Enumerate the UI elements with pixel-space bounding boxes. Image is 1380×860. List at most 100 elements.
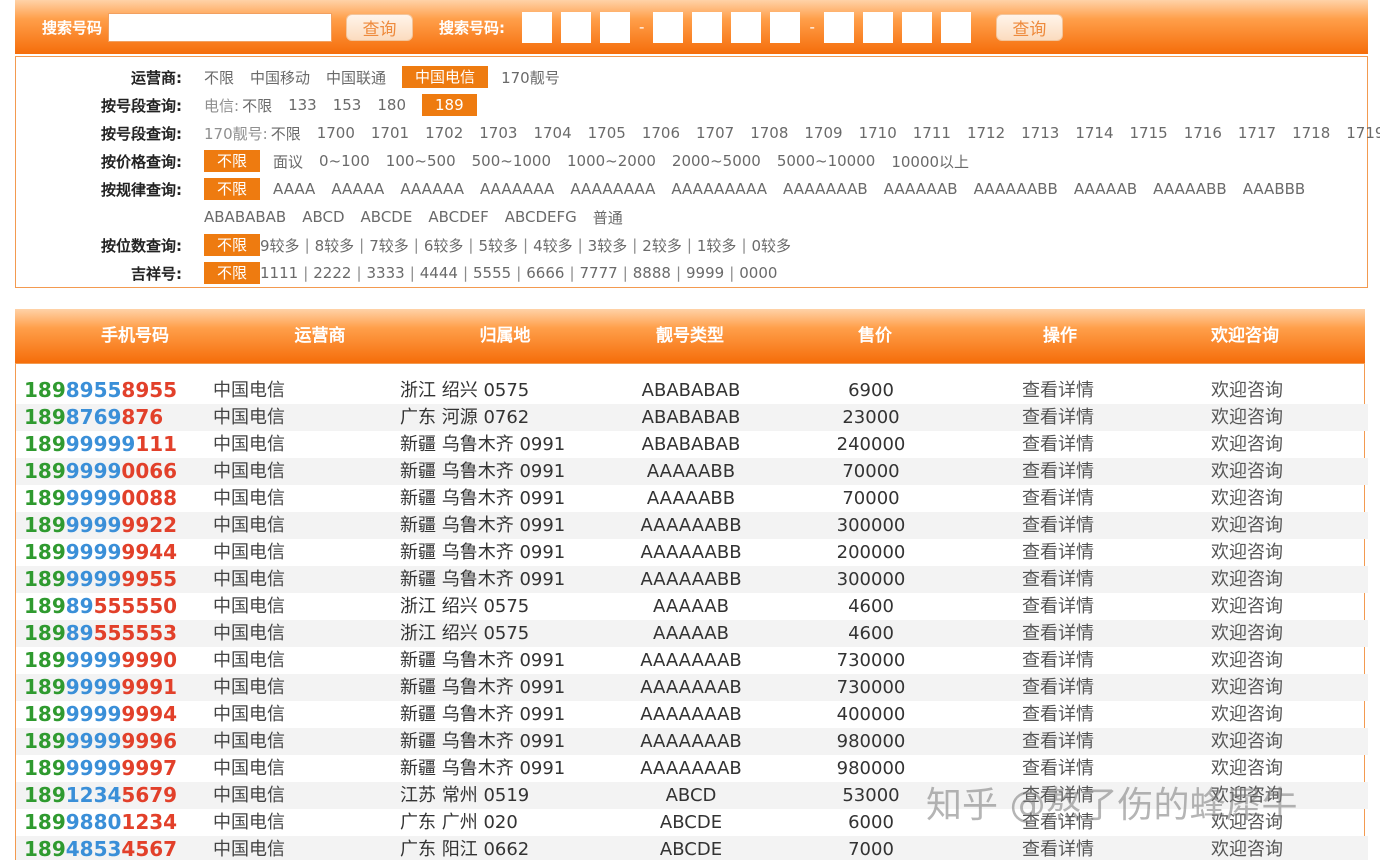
consult-link[interactable]: 欢迎咨询 (1211, 674, 1283, 701)
filter-option[interactable]: 9较多 (260, 235, 300, 256)
filter-option[interactable]: 中国联通 (326, 67, 386, 88)
filter-option[interactable]: 170靓号 (501, 67, 560, 88)
filter-option[interactable]: ABCDEF (428, 208, 488, 226)
digit-input-11[interactable] (940, 11, 971, 43)
phone-number[interactable]: 18998801234 (24, 809, 177, 836)
filter-option[interactable]: AAAAAAAAA (671, 180, 767, 198)
filter-option[interactable]: 2000~5000 (672, 152, 761, 170)
view-details-link[interactable]: 查看详情 (1022, 836, 1094, 860)
filter-option[interactable]: AAAAAAA (480, 180, 554, 198)
filter-option[interactable]: 8888 (633, 264, 671, 282)
filter-option[interactable]: 8较多 (315, 235, 355, 256)
digit-input-7[interactable] (770, 11, 801, 43)
filter-option-selected[interactable]: 不限 (204, 178, 261, 200)
view-details-link[interactable]: 查看详情 (1022, 566, 1094, 593)
filter-option[interactable]: 1715 (1130, 124, 1168, 142)
consult-link[interactable]: 欢迎咨询 (1211, 620, 1283, 647)
filter-option[interactable]: AAAAAABB (974, 180, 1058, 198)
filter-option[interactable]: 7较多 (369, 235, 409, 256)
filter-option[interactable]: AAAAAA (400, 180, 464, 198)
filter-option[interactable]: 3333 (367, 264, 405, 282)
consult-link[interactable]: 欢迎咨询 (1211, 836, 1283, 860)
phone-number[interactable]: 18912345679 (24, 782, 177, 809)
filter-option[interactable]: 180 (377, 96, 406, 114)
search-input[interactable] (108, 12, 333, 42)
consult-link[interactable]: 欢迎咨询 (1211, 701, 1283, 728)
phone-number[interactable]: 18999990088 (24, 485, 177, 512)
filter-option[interactable]: 1较多 (697, 235, 737, 256)
phone-number[interactable]: 18999999111 (24, 431, 177, 458)
consult-link[interactable]: 欢迎咨询 (1211, 647, 1283, 674)
filter-option[interactable]: 4较多 (533, 235, 573, 256)
filter-option[interactable]: 1717 (1238, 124, 1276, 142)
consult-link[interactable]: 欢迎咨询 (1211, 593, 1283, 620)
filter-option[interactable]: 6较多 (424, 235, 464, 256)
filter-option[interactable]: 普通 (593, 207, 623, 228)
view-details-link[interactable]: 查看详情 (1022, 377, 1094, 404)
consult-link[interactable]: 欢迎咨询 (1211, 404, 1283, 431)
filter-option[interactable]: 1701 (371, 124, 409, 142)
filter-option[interactable]: AAAAAAB (884, 180, 958, 198)
filter-option[interactable]: AAAA (273, 180, 315, 198)
view-details-link[interactable]: 查看详情 (1022, 647, 1094, 674)
filter-option[interactable]: AAABBB (1243, 180, 1306, 198)
filter-option[interactable]: 9999 (686, 264, 724, 282)
phone-number[interactable]: 18999999997 (24, 755, 177, 782)
filter-option[interactable]: 不限 (242, 95, 272, 116)
view-details-link[interactable]: 查看详情 (1022, 674, 1094, 701)
digit-input-2[interactable] (561, 11, 592, 43)
filter-option[interactable]: 中国移动 (250, 67, 310, 88)
filter-option[interactable]: 1714 (1075, 124, 1113, 142)
view-details-link[interactable]: 查看详情 (1022, 458, 1094, 485)
view-details-link[interactable]: 查看详情 (1022, 728, 1094, 755)
filter-option[interactable]: ABCDEFG (505, 208, 577, 226)
filter-option[interactable]: 0~100 (319, 152, 370, 170)
digit-input-4[interactable] (653, 11, 684, 43)
filter-option[interactable]: 1111 (260, 264, 298, 282)
view-details-link[interactable]: 查看详情 (1022, 539, 1094, 566)
digit-search-button[interactable]: 查询 (995, 13, 1063, 41)
phone-number[interactable]: 18989555553 (24, 620, 177, 647)
phone-number[interactable]: 18999999994 (24, 701, 177, 728)
digit-input-1[interactable] (522, 11, 553, 43)
digit-input-5[interactable] (692, 11, 723, 43)
digit-input-6[interactable] (731, 11, 762, 43)
filter-option[interactable]: 4444 (420, 264, 458, 282)
filter-option[interactable]: 1709 (804, 124, 842, 142)
view-details-link[interactable]: 查看详情 (1022, 620, 1094, 647)
filter-option[interactable]: 6666 (526, 264, 564, 282)
view-details-link[interactable]: 查看详情 (1022, 512, 1094, 539)
filter-option[interactable]: AAAAABB (1153, 180, 1227, 198)
phone-number[interactable]: 18999990066 (24, 458, 177, 485)
filter-option[interactable]: 0000 (739, 264, 777, 282)
consult-link[interactable]: 欢迎咨询 (1211, 512, 1283, 539)
filter-option[interactable]: 3较多 (588, 235, 628, 256)
filter-option[interactable]: 0较多 (752, 235, 792, 256)
filter-option[interactable]: ABCDE (361, 208, 413, 226)
view-details-link[interactable]: 查看详情 (1022, 404, 1094, 431)
consult-link[interactable]: 欢迎咨询 (1211, 377, 1283, 404)
filter-option[interactable]: AAAAAB (1074, 180, 1137, 198)
view-details-link[interactable]: 查看详情 (1022, 431, 1094, 458)
filter-option[interactable]: 5555 (473, 264, 511, 282)
digit-input-3[interactable] (600, 11, 631, 43)
filter-option[interactable]: 1705 (588, 124, 626, 142)
filter-option[interactable]: 1704 (533, 124, 571, 142)
filter-option[interactable]: 2较多 (642, 235, 682, 256)
digit-input-9[interactable] (862, 11, 893, 43)
filter-option[interactable]: 500~1000 (472, 152, 551, 170)
filter-option[interactable]: 5000~10000 (777, 152, 875, 170)
filter-option[interactable]: 1707 (696, 124, 734, 142)
filter-option[interactable]: 1702 (425, 124, 463, 142)
phone-number[interactable]: 18989558955 (24, 377, 177, 404)
phone-number[interactable]: 18999999922 (24, 512, 177, 539)
phone-number[interactable]: 18999999996 (24, 728, 177, 755)
filter-option[interactable]: ABABABAB (204, 208, 286, 226)
digit-input-10[interactable] (901, 11, 932, 43)
filter-option[interactable]: 1703 (479, 124, 517, 142)
digit-input-8[interactable] (823, 11, 854, 43)
filter-option[interactable]: 1710 (859, 124, 897, 142)
view-details-link[interactable]: 查看详情 (1022, 701, 1094, 728)
filter-option[interactable]: 100~500 (386, 152, 456, 170)
consult-link[interactable]: 欢迎咨询 (1211, 728, 1283, 755)
